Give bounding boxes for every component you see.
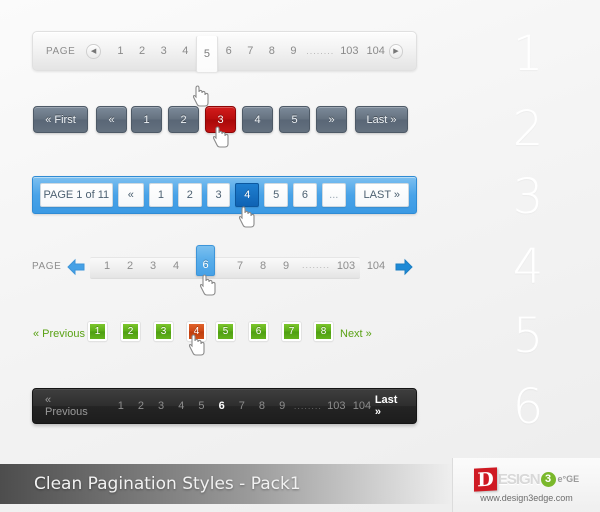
ghost-number-2: 2 bbox=[512, 101, 544, 157]
ghost-number-3: 3 bbox=[512, 169, 544, 225]
ellipsis: ........ bbox=[301, 260, 330, 270]
last-link[interactable]: Last » bbox=[375, 394, 404, 418]
last-button[interactable]: Last » bbox=[355, 106, 408, 133]
page-link-2[interactable]: 2 bbox=[131, 45, 153, 57]
page-link-104[interactable]: 104 bbox=[349, 400, 375, 412]
page-label: PAGE bbox=[32, 261, 62, 272]
page-link-3[interactable]: 3 bbox=[153, 45, 175, 57]
style-index-column: 1 2 3 4 5 6 bbox=[498, 0, 558, 460]
page-button-5[interactable]: 5 bbox=[279, 106, 310, 133]
page-button-2[interactable]: 2 bbox=[177, 183, 202, 207]
page-box-active[interactable]: 4 bbox=[187, 322, 206, 341]
page-link-7[interactable]: 7 bbox=[239, 45, 261, 57]
pagination-bar-blue: PAGE 1 of 11 « 1 2 3 4 5 6 ... LAST » bbox=[32, 176, 417, 214]
ghost-number-1: 1 bbox=[512, 26, 544, 82]
ghost-number-4: 4 bbox=[512, 239, 544, 295]
page-link-2[interactable]: 2 bbox=[131, 400, 151, 412]
pagination-bar-light: PAGE ◀ 1 2 3 4 5 6 7 8 9 ........ 103 10… bbox=[32, 31, 417, 72]
brand-url: www.design3edge.com bbox=[480, 492, 573, 503]
page-box-3[interactable]: 3 bbox=[154, 322, 173, 341]
page-link-active[interactable]: 5 bbox=[196, 36, 218, 72]
page-button-1[interactable]: 1 bbox=[131, 106, 162, 133]
page-link-1[interactable]: 1 bbox=[110, 45, 132, 57]
page-link-8[interactable]: 8 bbox=[252, 260, 274, 272]
page-button-active[interactable]: 4 bbox=[235, 183, 260, 207]
page-box-5[interactable]: 5 bbox=[216, 322, 235, 341]
page-box-8[interactable]: 8 bbox=[314, 322, 333, 341]
page-button-5[interactable]: 5 bbox=[264, 183, 289, 207]
page-box-7[interactable]: 7 bbox=[282, 322, 301, 341]
prev-button[interactable]: « bbox=[96, 106, 127, 133]
pagination-bar-dark: « Previous 1 2 3 4 5 6 7 8 9 ........ 10… bbox=[32, 388, 417, 424]
prev-button[interactable]: « bbox=[117, 183, 145, 207]
page-link-active[interactable]: 6 bbox=[196, 245, 215, 276]
brand-logo: D ESIGN 3 e°GE www.design3edge.com bbox=[452, 458, 600, 512]
page-link-9[interactable]: 9 bbox=[272, 400, 292, 412]
page-button-1[interactable]: 1 bbox=[149, 183, 173, 207]
logo-text-edge: e°GE bbox=[557, 474, 580, 484]
page-button-2[interactable]: 2 bbox=[168, 106, 199, 133]
page-link-1[interactable]: 1 bbox=[111, 400, 131, 412]
page-link-6[interactable]: 6 bbox=[218, 45, 240, 57]
page-button-active[interactable]: 3 bbox=[205, 106, 236, 133]
arrow-right-icon[interactable] bbox=[394, 257, 414, 277]
previous-link[interactable]: « Previous bbox=[33, 328, 85, 340]
last-button[interactable]: LAST » bbox=[354, 183, 409, 207]
page-link-4[interactable]: 4 bbox=[171, 400, 191, 412]
page-link-active[interactable]: 6 bbox=[212, 400, 232, 412]
page-label: PAGE bbox=[46, 45, 76, 57]
triangle-left-icon[interactable]: ◀ bbox=[86, 43, 101, 59]
page-title: Clean Pagination Styles - Pack1 bbox=[34, 474, 301, 494]
page-link-9[interactable]: 9 bbox=[275, 260, 297, 272]
page-box-1[interactable]: 1 bbox=[88, 322, 107, 341]
page-box-6[interactable]: 6 bbox=[249, 322, 268, 341]
page-link-4[interactable]: 4 bbox=[175, 45, 197, 57]
logo-badge-three: 3 bbox=[540, 471, 556, 487]
page-link-7[interactable]: 7 bbox=[232, 400, 252, 412]
page-link-2[interactable]: 2 bbox=[119, 260, 141, 272]
hand-cursor-icon bbox=[193, 85, 209, 107]
first-button[interactable]: « First bbox=[33, 106, 88, 133]
ghost-number-5: 5 bbox=[512, 308, 544, 364]
next-button[interactable]: » bbox=[316, 106, 347, 133]
arrow-left-icon[interactable] bbox=[66, 257, 86, 277]
page-link-7[interactable]: 7 bbox=[229, 260, 251, 272]
ellipsis: ........ bbox=[306, 46, 335, 56]
next-link[interactable]: Next » bbox=[340, 328, 372, 340]
page-info-button[interactable]: PAGE 1 of 11 bbox=[40, 183, 113, 207]
page-box-2[interactable]: 2 bbox=[121, 322, 140, 341]
page-link-103[interactable]: 103 bbox=[323, 400, 349, 412]
page-link-3[interactable]: 3 bbox=[151, 400, 171, 412]
page-link-9[interactable]: 9 bbox=[283, 45, 305, 57]
page-link-104[interactable]: 104 bbox=[362, 260, 390, 272]
triangle-right-icon[interactable]: ▶ bbox=[388, 43, 404, 59]
logo-text-esign: ESIGN bbox=[497, 470, 541, 488]
page-link-5[interactable]: 5 bbox=[191, 400, 211, 412]
ghost-number-6: 6 bbox=[512, 379, 544, 435]
page-button-4[interactable]: 4 bbox=[242, 106, 273, 133]
page-link-8[interactable]: 8 bbox=[252, 400, 272, 412]
page-link-1[interactable]: 1 bbox=[96, 260, 118, 272]
footer-title-band: Clean Pagination Styles - Pack1 bbox=[0, 464, 452, 504]
page-link-4[interactable]: 4 bbox=[165, 260, 187, 272]
page-link-103[interactable]: 103 bbox=[332, 260, 360, 272]
page-link-8[interactable]: 8 bbox=[261, 45, 283, 57]
page-link-103[interactable]: 103 bbox=[336, 45, 362, 57]
page-button-6[interactable]: 6 bbox=[293, 183, 317, 207]
previous-link[interactable]: « Previous bbox=[45, 394, 93, 418]
page-button-3[interactable]: 3 bbox=[206, 183, 231, 207]
logo-letter-d: D bbox=[473, 466, 497, 492]
ellipsis: ........ bbox=[293, 401, 322, 411]
page-link-104[interactable]: 104 bbox=[363, 45, 389, 57]
page-link-3[interactable]: 3 bbox=[142, 260, 164, 272]
ellipsis-button[interactable]: ... bbox=[321, 183, 346, 207]
